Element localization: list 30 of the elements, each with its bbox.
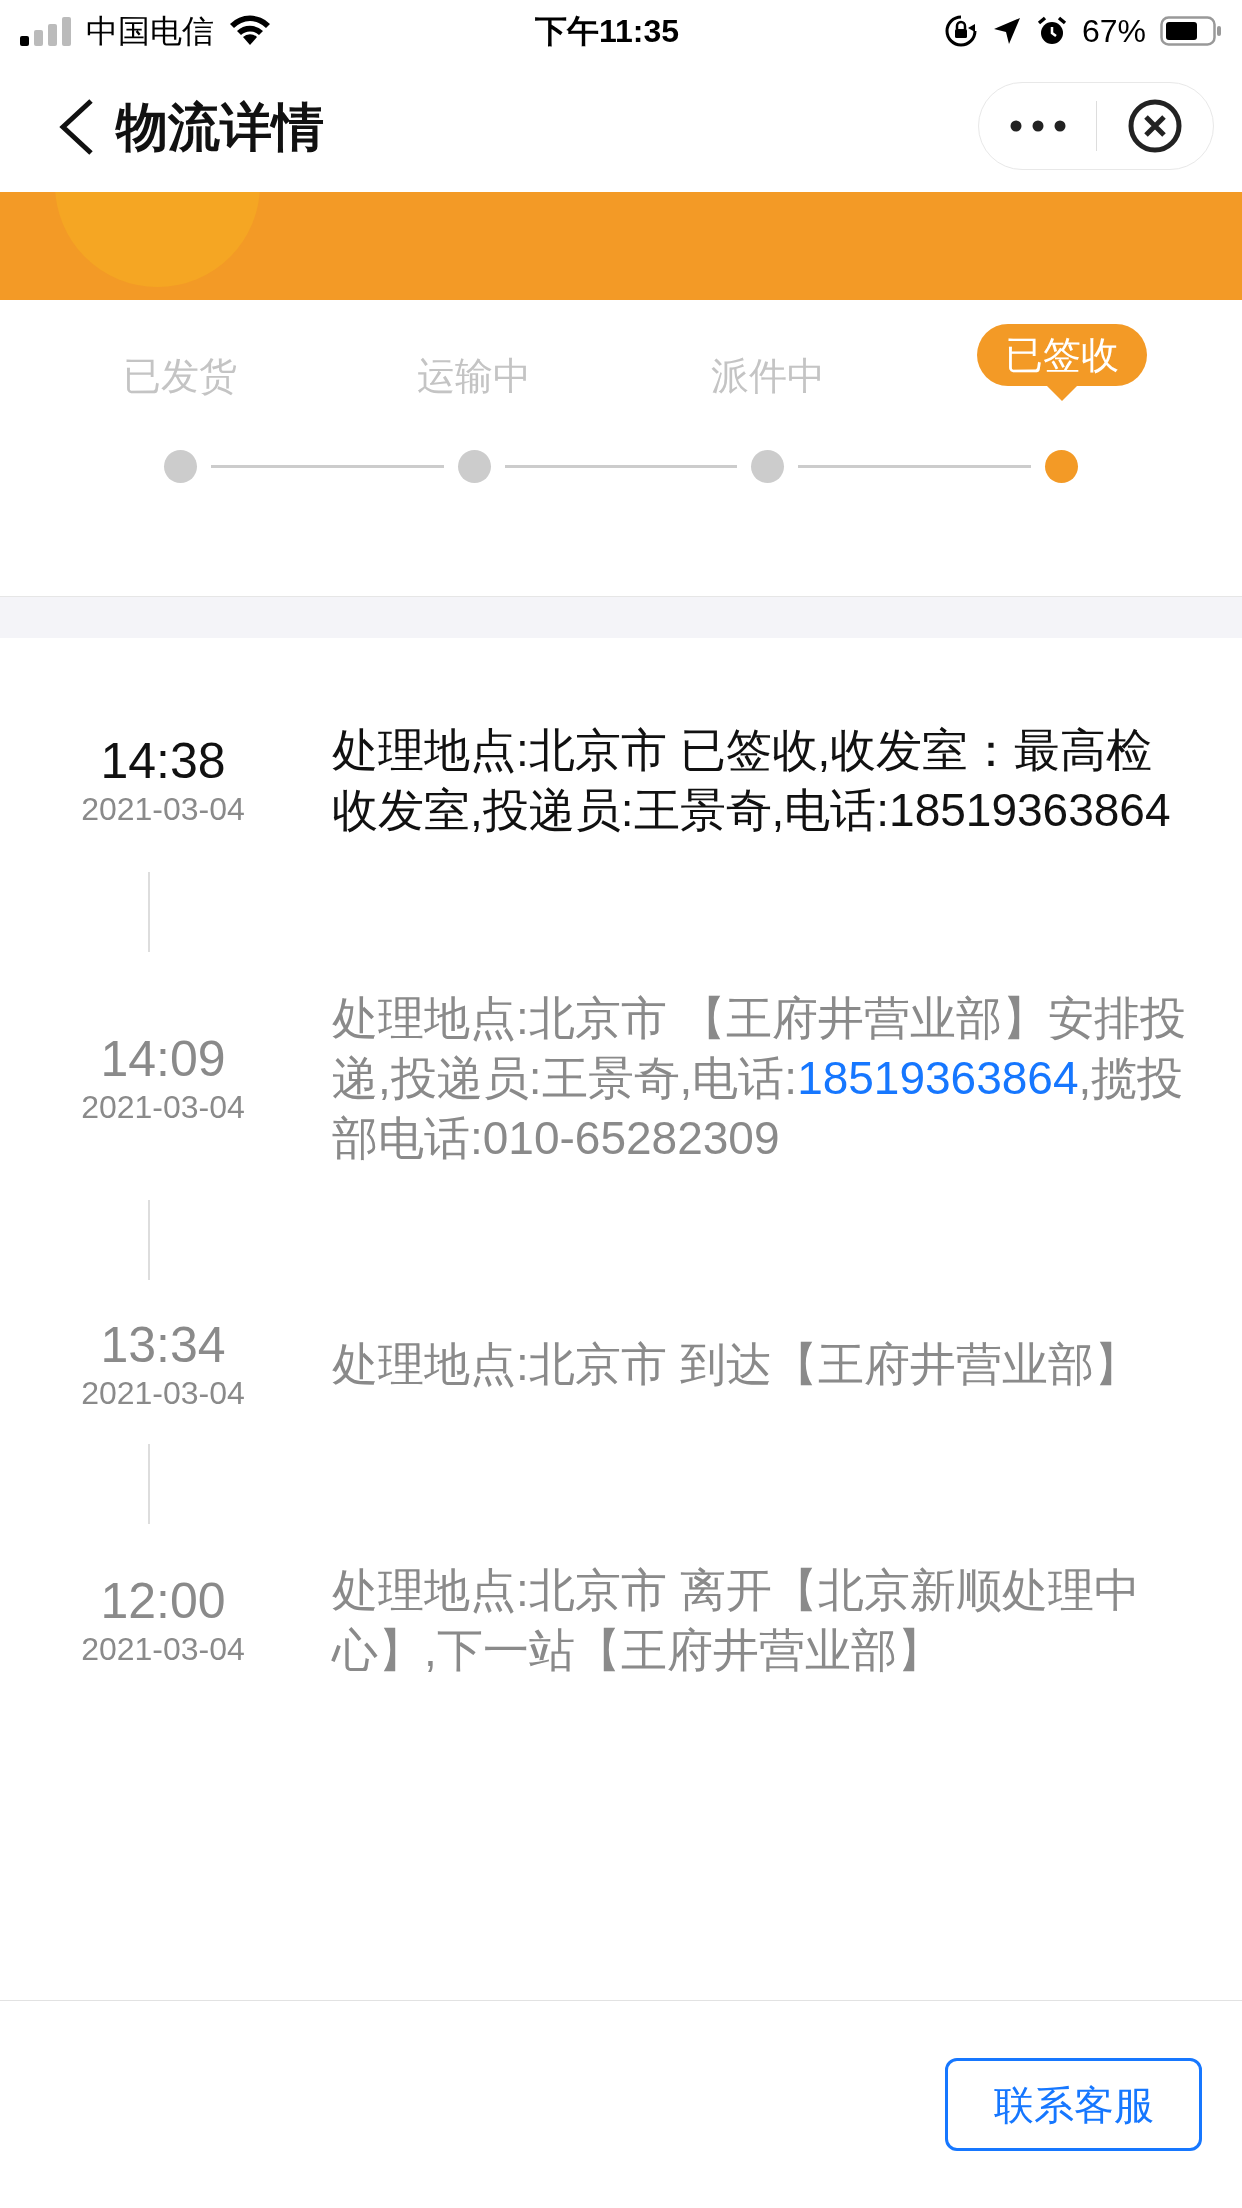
page-title: 物流详情 [116, 97, 324, 158]
wifi-icon [228, 15, 272, 47]
status-time: 下午11:35 [535, 12, 680, 51]
event-time: 12:00 [100, 1572, 226, 1630]
badge-pointer [1047, 386, 1077, 401]
event-description: 处理地点:北京市 离开【北京新顺处理中心】,下一站【王府井营业部】 [332, 1563, 1141, 1678]
event-description: 处理地点:北京市 【王府井营业部】安排投递,投递员:王景奇,电话:18519363864,揽投部电话:010-65282309 [332, 991, 1187, 1166]
phone-link[interactable]: 18519363864 [797, 1052, 1079, 1104]
event-description: 处理地点:北京市 到达【王府井营业部】 [332, 1337, 1141, 1392]
event-date: 2021-03-04 [81, 1088, 245, 1126]
event-date: 2021-03-04 [81, 1630, 245, 1668]
carrier-name: 中国电信 [86, 12, 214, 51]
event-date: 2021-03-04 [81, 790, 245, 828]
event-time: 14:09 [100, 1030, 226, 1088]
signal-icon [20, 16, 72, 46]
step-label: 运输中 [417, 354, 531, 399]
step-label: 已发货 [123, 354, 237, 399]
more-icon [1009, 120, 1066, 132]
alarm-icon [1035, 15, 1068, 47]
battery-icon [1160, 16, 1222, 46]
battery-percent: 67% [1081, 12, 1146, 51]
close-icon [1127, 98, 1183, 154]
contact-service-button[interactable]: 联系客服 [945, 2058, 1202, 2151]
rotation-lock-icon [943, 14, 978, 48]
event-description: 处理地点:北京市 已签收,收发室：最高检收发室,投递员:王景奇,电话:18519363864 [332, 723, 1172, 838]
event-time: 14:38 [100, 732, 226, 790]
event-date: 2021-03-04 [81, 1374, 245, 1412]
back-icon [58, 98, 94, 156]
event-time: 13:34 [100, 1316, 226, 1374]
step-label: 派件中 [711, 354, 825, 399]
